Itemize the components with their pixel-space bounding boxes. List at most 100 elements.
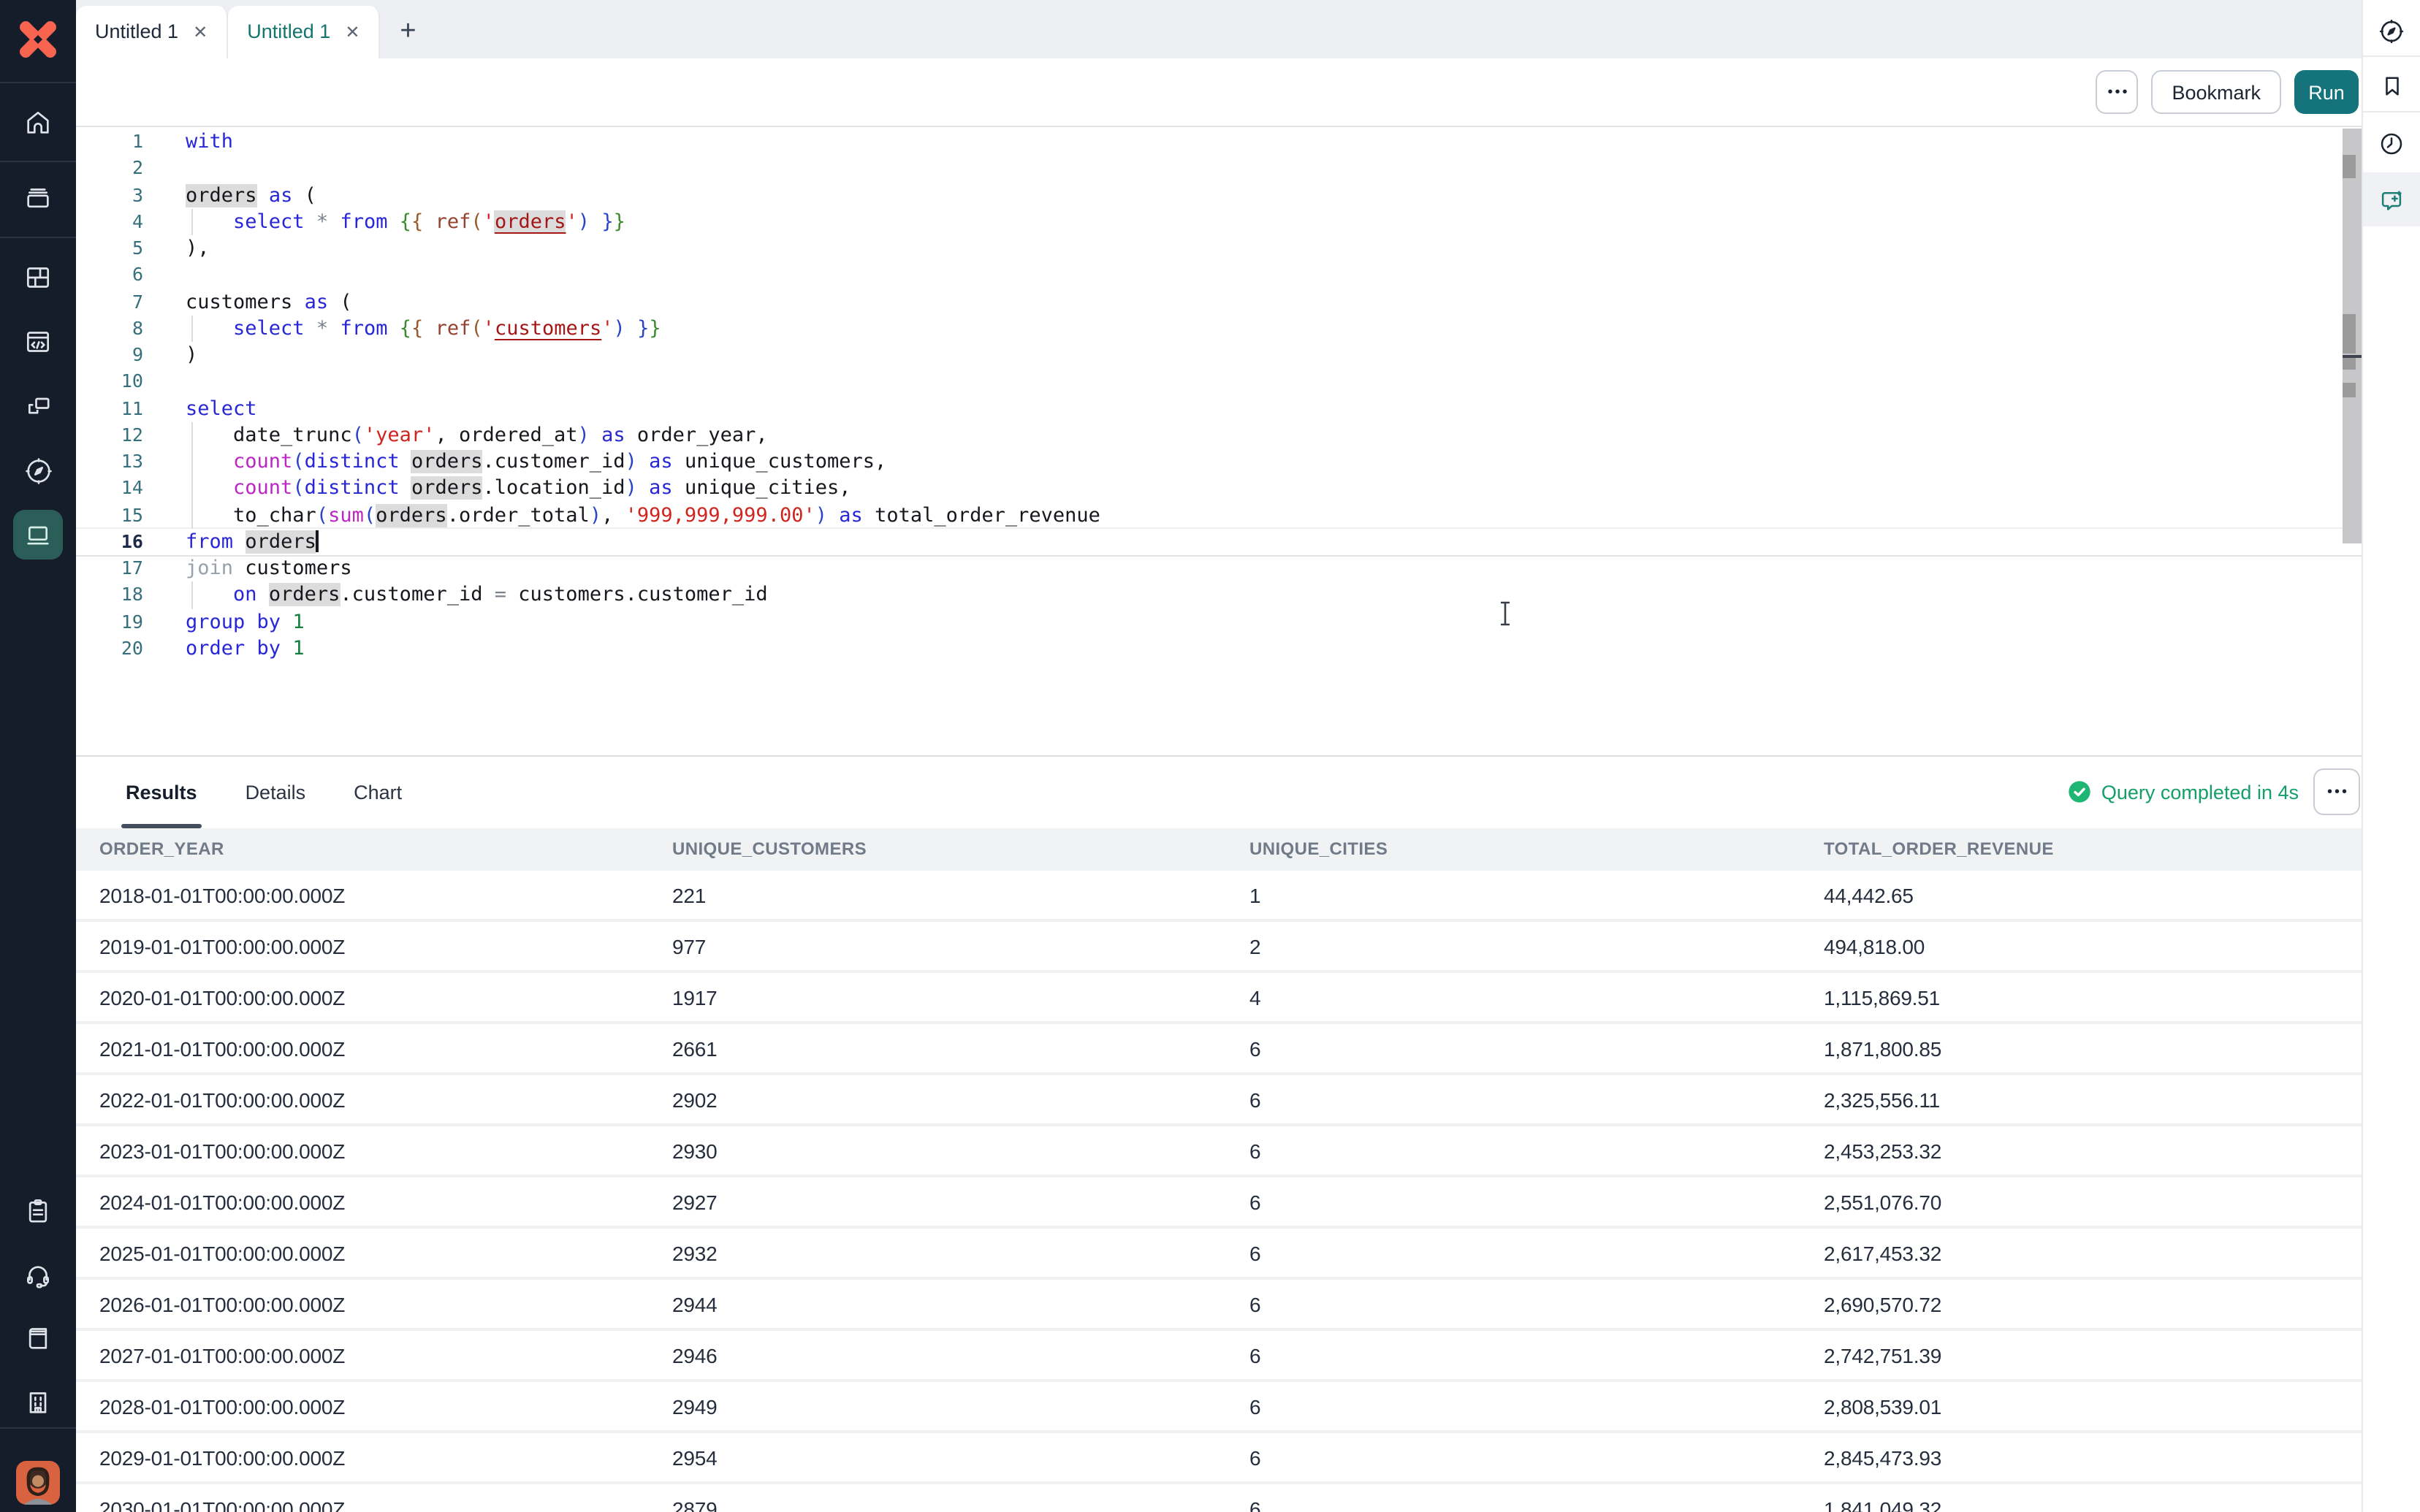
- code-line-16[interactable]: 16from orders: [76, 529, 2363, 556]
- table-row[interactable]: 2028-01-01T00:00:00.000Z294962,808,539.0…: [76, 1382, 2363, 1433]
- scrollbar-mark: [2343, 314, 2356, 354]
- line-number: 10: [76, 369, 161, 396]
- home-icon: [23, 108, 53, 137]
- table-cell: 1,115,869.51: [1824, 985, 2363, 1009]
- code-line-17[interactable]: 17join customers: [76, 555, 2363, 582]
- table-row[interactable]: 2027-01-01T00:00:00.000Z294662,742,751.3…: [76, 1331, 2363, 1382]
- book-icon: [23, 1324, 53, 1353]
- code-line-7[interactable]: 7customers as (: [76, 289, 2363, 316]
- code-text: join customers: [161, 555, 2363, 582]
- sidebar-item-organization[interactable]: [0, 1373, 76, 1432]
- column-header[interactable]: ORDER_YEAR: [99, 839, 672, 860]
- code-text: on orders.customer_id = customers.custom…: [161, 582, 2363, 609]
- line-number: 16: [76, 529, 161, 556]
- user-avatar[interactable]: [16, 1461, 60, 1505]
- tab-details[interactable]: Details: [246, 757, 306, 828]
- table-cell: 6: [1249, 1446, 1824, 1469]
- table-cell: 1917: [672, 985, 1249, 1009]
- code-line-10[interactable]: 10: [76, 369, 2363, 396]
- code-text: [161, 156, 2363, 183]
- rail-item-ai-chat[interactable]: [2363, 172, 2420, 228]
- table-cell: 2019-01-01T00:00:00.000Z: [99, 934, 672, 958]
- sidebar-item-home[interactable]: [0, 93, 76, 152]
- table-row[interactable]: 2018-01-01T00:00:00.000Z221144,442.65: [76, 871, 2363, 922]
- column-header[interactable]: UNIQUE_CUSTOMERS: [672, 839, 1249, 860]
- table-row[interactable]: 2020-01-01T00:00:00.000Z191741,115,869.5…: [76, 973, 2363, 1024]
- code-line-6[interactable]: 6: [76, 262, 2363, 289]
- code-text: customers as (: [161, 289, 2363, 316]
- sidebar-item-notebook-active[interactable]: [0, 505, 76, 564]
- close-icon[interactable]: ✕: [193, 21, 208, 42]
- code-line-3[interactable]: 3orders as (: [76, 182, 2363, 209]
- tab-untitled-1[interactable]: Untitled 1 ✕: [76, 5, 228, 58]
- code-line-5[interactable]: 5),: [76, 235, 2363, 262]
- code-line-12[interactable]: 12 date_trunc('year', ordered_at) as ord…: [76, 422, 2363, 449]
- table-cell: 2023-01-01T00:00:00.000Z: [99, 1139, 672, 1162]
- table-cell: 2944: [672, 1292, 1249, 1316]
- code-line-2[interactable]: 2: [76, 156, 2363, 183]
- code-line-15[interactable]: 15 to_char(sum(orders.order_total), '999…: [76, 502, 2363, 529]
- code-line-4[interactable]: 4 select * from {{ ref('orders') }}: [76, 209, 2363, 236]
- code-line-8[interactable]: 8 select * from {{ ref('customers') }}: [76, 316, 2363, 343]
- close-icon[interactable]: ✕: [345, 21, 359, 42]
- table-cell: 2025-01-01T00:00:00.000Z: [99, 1241, 672, 1264]
- code-text: ): [161, 342, 2363, 369]
- new-tab-button[interactable]: +: [380, 5, 435, 58]
- rail-item-explore[interactable]: [2363, 3, 2420, 58]
- table-cell: 2018-01-01T00:00:00.000Z: [99, 883, 672, 906]
- sidebar-item-docs[interactable]: [0, 1309, 76, 1367]
- code-line-1[interactable]: 1with: [76, 129, 2363, 156]
- table-row[interactable]: 2019-01-01T00:00:00.000Z9772494,818.00: [76, 922, 2363, 973]
- code-text: [161, 262, 2363, 289]
- results-table[interactable]: ORDER_YEARUNIQUE_CUSTOMERSUNIQUE_CITIEST…: [76, 828, 2363, 1512]
- code-line-14[interactable]: 14 count(distinct orders.location_id) as…: [76, 476, 2363, 503]
- table-row[interactable]: 2026-01-01T00:00:00.000Z294462,690,570.7…: [76, 1280, 2363, 1331]
- linked-windows-icon: [23, 392, 53, 421]
- rail-item-bookmarks[interactable]: [2363, 58, 2420, 114]
- table-row[interactable]: 2030-01-01T00:00:00.000Z287961,841,049.3…: [76, 1484, 2363, 1512]
- code-line-20[interactable]: 20order by 1: [76, 635, 2363, 663]
- tab-chart[interactable]: Chart: [354, 757, 402, 828]
- code-text: with: [161, 129, 2363, 156]
- check-circle-icon: [2068, 781, 2091, 804]
- code-line-13[interactable]: 13 count(distinct orders.customer_id) as…: [76, 448, 2363, 476]
- table-row[interactable]: 2025-01-01T00:00:00.000Z293262,617,453.3…: [76, 1229, 2363, 1280]
- column-header[interactable]: TOTAL_ORDER_REVENUE: [1824, 839, 2363, 860]
- code-text: to_char(sum(orders.order_total), '999,99…: [161, 502, 2363, 529]
- sidebar-item-code[interactable]: [0, 313, 76, 371]
- sidebar-item-components[interactable]: [0, 377, 76, 435]
- results-overflow-button[interactable]: •••: [2313, 769, 2360, 816]
- bookmark-button[interactable]: Bookmark: [2151, 70, 2281, 114]
- code-line-11[interactable]: 11select: [76, 395, 2363, 422]
- sidebar-item-changelog[interactable]: [0, 1182, 76, 1240]
- table-cell: 2902: [672, 1088, 1249, 1111]
- table-cell: 2879: [672, 1497, 1249, 1512]
- hex-logo[interactable]: [0, 6, 76, 73]
- rail-item-history[interactable]: [2363, 115, 2420, 171]
- toolbar-overflow-button[interactable]: •••: [2096, 70, 2138, 114]
- sidebar-item-explore[interactable]: [0, 441, 76, 500]
- code-line-19[interactable]: 19group by 1: [76, 608, 2363, 635]
- table-row[interactable]: 2021-01-01T00:00:00.000Z266161,871,800.8…: [76, 1024, 2363, 1075]
- code-text: order by 1: [161, 635, 2363, 663]
- editor-overview-scrollbar[interactable]: [2343, 129, 2362, 543]
- line-number: 15: [76, 502, 161, 529]
- table-header-row: ORDER_YEARUNIQUE_CUSTOMERSUNIQUE_CITIEST…: [76, 828, 2363, 871]
- sql-editor[interactable]: 1with23orders as (4 select * from {{ ref…: [76, 126, 2363, 758]
- tab-untitled-2[interactable]: Untitled 1 ✕: [228, 5, 380, 58]
- table-cell: 2932: [672, 1241, 1249, 1264]
- run-button[interactable]: Run: [2294, 70, 2359, 114]
- table-row[interactable]: 2024-01-01T00:00:00.000Z292762,551,076.7…: [76, 1177, 2363, 1229]
- table-cell: 1,871,800.85: [1824, 1036, 2363, 1060]
- code-line-9[interactable]: 9): [76, 342, 2363, 369]
- table-row[interactable]: 2029-01-01T00:00:00.000Z295462,845,473.9…: [76, 1433, 2363, 1484]
- code-line-18[interactable]: 18 on orders.customer_id = customers.cus…: [76, 582, 2363, 609]
- sidebar-item-apps[interactable]: [0, 248, 76, 307]
- indent-guide: [191, 502, 192, 529]
- sidebar-item-projects[interactable]: [0, 169, 76, 228]
- table-row[interactable]: 2023-01-01T00:00:00.000Z293062,453,253.3…: [76, 1126, 2363, 1177]
- column-header[interactable]: UNIQUE_CITIES: [1249, 839, 1824, 860]
- table-row[interactable]: 2022-01-01T00:00:00.000Z290262,325,556.1…: [76, 1075, 2363, 1126]
- sidebar-item-support[interactable]: [0, 1246, 76, 1305]
- tab-results[interactable]: Results: [126, 757, 197, 828]
